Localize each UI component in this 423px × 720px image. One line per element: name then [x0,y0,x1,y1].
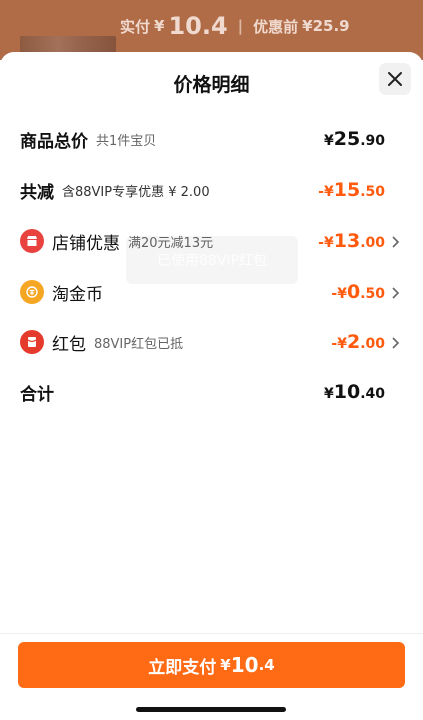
amount-dec: .00 [360,336,385,352]
pay-label: 立即支付 [148,657,217,678]
red-packet-label: 红包 [52,334,86,355]
currency: -¥ [318,184,334,200]
amount-int: 25 [333,128,361,150]
pay-amount-dec: .4 [258,656,275,674]
pay-amount-int: 10 [230,653,259,677]
paid-currency: ¥ [154,17,165,35]
row-sum: 合计 ¥10.40 [20,378,401,406]
shop-icon [20,229,44,253]
pay-currency: ¥ [220,656,231,674]
chevron-right-icon [391,285,401,299]
total-count: 共1件宝贝 [96,133,157,149]
close-button[interactable] [379,63,411,95]
amount-dec: .50 [360,184,385,200]
amount-int: 0 [346,281,361,303]
amount-int: 13 [333,230,361,252]
amount-int: 15 [333,179,361,201]
sheet-title: 价格明细 [173,74,250,96]
currency: -¥ [331,286,347,302]
coin-label: 淘金币 [52,284,103,305]
amount-dec: .90 [360,133,385,149]
banner-divider: | [237,17,244,35]
coin-icon [20,280,44,304]
total-price-amount: ¥25.90 [324,128,385,150]
currency: -¥ [318,235,334,251]
coin-amount: -¥ 0.50 [331,281,385,303]
red-packet-note: 88VIP红包已抵 [94,336,184,352]
row-red-packet[interactable]: 红包 88VIP红包已抵 -¥ 2.00 [20,328,401,356]
amount-dec: .40 [360,386,385,402]
sum-amount: ¥10.40 [324,381,385,403]
shop-discount-amount: -¥ 13.00 [318,230,385,252]
currency: ¥ [323,386,334,402]
before-amount: ¥25.9 [302,17,350,35]
discount-amount: -¥ 15.50 [318,179,385,201]
discount-label: 共减 [20,182,54,203]
row-total-discount: 共减 含88VIP专享优惠 ¥ 2.00 -¥ 15.50 [20,176,401,204]
currency: -¥ [331,336,347,352]
total-price-label: 商品总价 [20,131,88,152]
red-packet-amount: -¥ 2.00 [331,331,385,353]
shop-discount-label: 店铺优惠 [52,233,120,254]
chevron-right-icon [391,335,401,349]
price-detail-sheet: 价格明细 商品总价 共1件宝贝 ¥25.90 共减 含88VIP专享优惠 ¥ 2… [0,52,423,720]
sum-label: 合计 [20,384,54,405]
discount-note: 含88VIP专享优惠 ¥ 2.00 [62,184,210,200]
price-banner: 实付 ¥ 10.4 | 优惠前 ¥25.9 [120,6,423,46]
red-packet-icon [20,330,44,354]
background-page: 实付 ¥ 10.4 | 优惠前 ¥25.9 [0,0,423,60]
paid-label: 实付 [120,17,151,36]
home-indicator [136,707,286,712]
pay-now-button[interactable]: 立即支付 ¥ 10 .4 [18,642,405,688]
close-icon [388,72,402,86]
row-total-price: 商品总价 共1件宝贝 ¥25.90 [20,125,401,153]
amount-int: 10 [333,381,361,403]
amount-dec: .00 [360,235,385,251]
chevron-right-icon [391,234,401,248]
paid-amount: 10.4 [168,12,228,40]
pay-bar: 立即支付 ¥ 10 .4 [0,633,423,720]
amount-dec: .50 [360,286,385,302]
before-label: 优惠前 [253,17,299,36]
amount-int: 2 [346,331,361,353]
toast-message: 已使用88VIP红包 [126,236,298,284]
currency: ¥ [323,133,334,149]
